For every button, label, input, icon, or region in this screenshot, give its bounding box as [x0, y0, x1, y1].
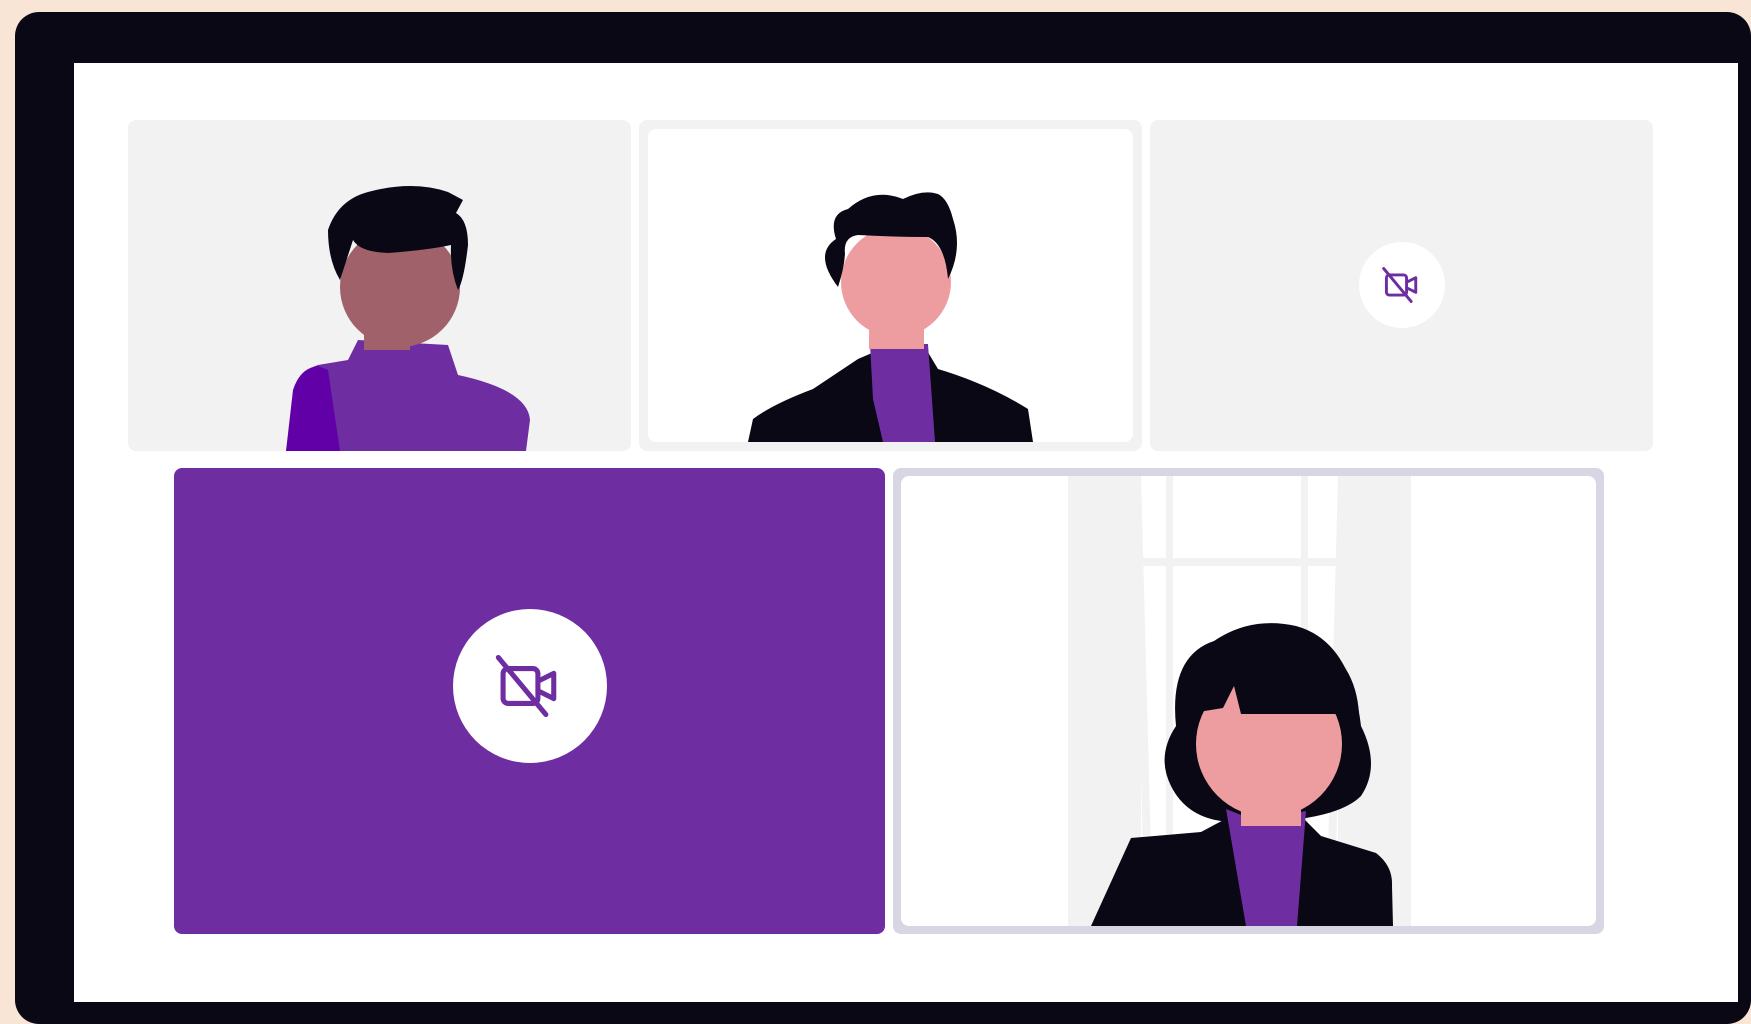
participant-tile-1[interactable]: [128, 120, 631, 451]
participant-tile-5[interactable]: [893, 468, 1604, 934]
participant-video: [648, 129, 1133, 442]
video-off-icon: [1382, 267, 1418, 303]
camera-off-indicator: [453, 609, 607, 763]
participant-tile-4[interactable]: [174, 468, 885, 934]
participant-tile-3[interactable]: [1150, 120, 1653, 451]
participant-avatar: [748, 192, 1033, 442]
camera-off-indicator: [1359, 242, 1445, 328]
video-off-icon: [495, 654, 557, 718]
participant-avatar: [286, 186, 530, 451]
participant-video: [901, 476, 1596, 926]
participant-avatar: [1068, 476, 1411, 926]
participant-tile-2[interactable]: [639, 120, 1142, 451]
